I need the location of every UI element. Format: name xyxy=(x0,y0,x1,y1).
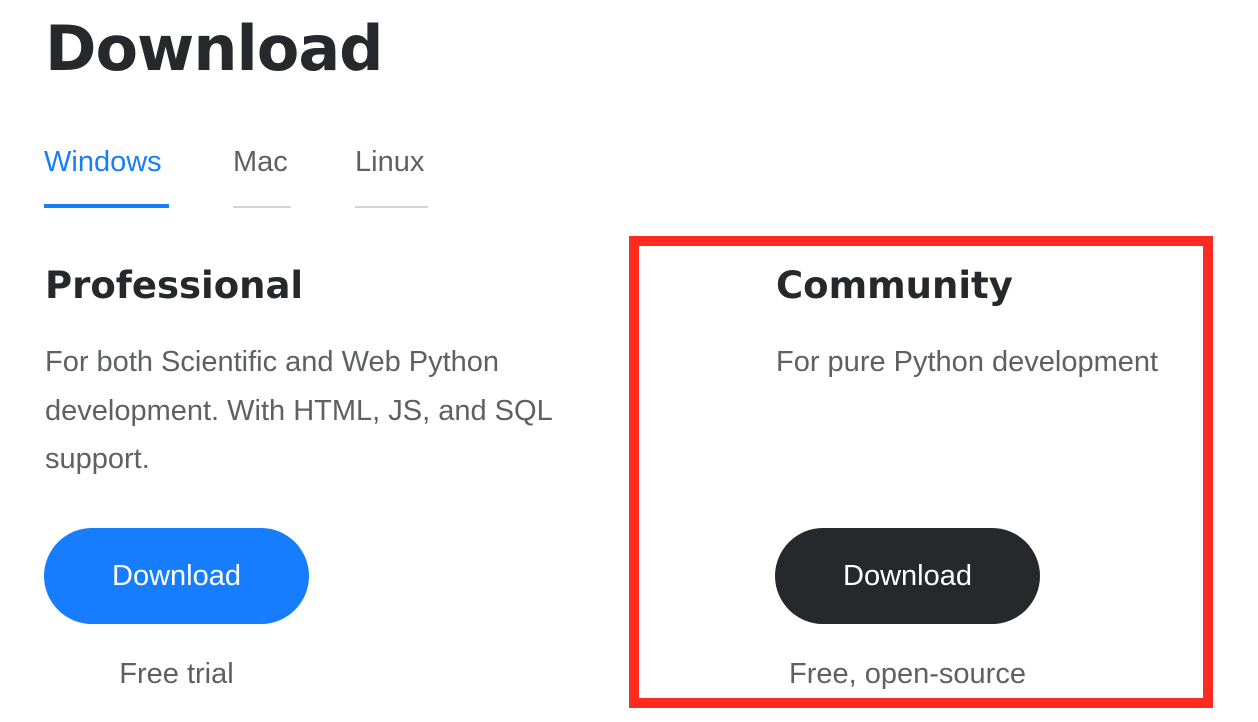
community-title: Community xyxy=(776,264,1013,307)
tab-mac[interactable]: Mac xyxy=(233,140,291,208)
professional-title: Professional xyxy=(45,264,304,307)
page-title: Download xyxy=(45,12,384,85)
professional-description: For both Scientific and Web Python devel… xyxy=(45,346,552,475)
professional-note: Free trial xyxy=(119,658,234,690)
tab-windows[interactable]: Windows xyxy=(44,140,169,208)
professional-download-button[interactable]: Download xyxy=(44,528,309,624)
community-download-button[interactable]: Download xyxy=(775,528,1040,624)
community-note: Free, open-source xyxy=(789,658,1026,690)
community-description: For pure Python development xyxy=(776,346,1159,378)
tab-linux[interactable]: Linux xyxy=(355,140,428,208)
